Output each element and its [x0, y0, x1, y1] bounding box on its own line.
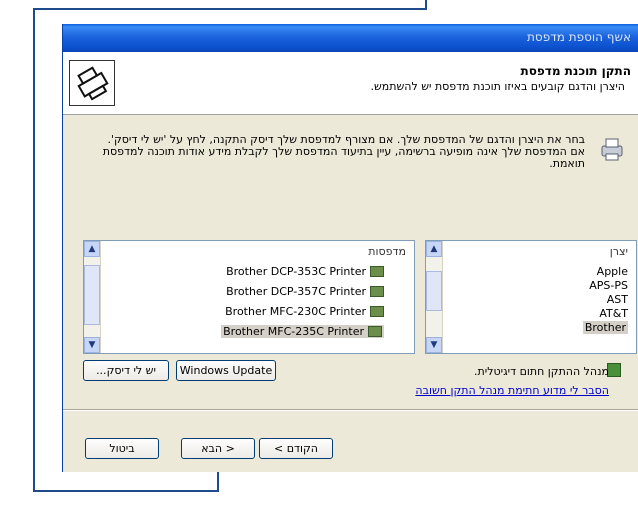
- callout-line-bottom-h: [33, 490, 219, 492]
- scroll-thumb[interactable]: [426, 271, 442, 311]
- printers-list[interactable]: ▲ ▼ מדפסות Brother DCP-353C Printer Brot…: [83, 240, 415, 354]
- windows-update-button[interactable]: Windows Update: [176, 360, 276, 381]
- printer-driver-icon: [370, 306, 384, 317]
- printer-driver-icon: [370, 266, 384, 277]
- manufacturer-item[interactable]: Apple: [597, 265, 628, 278]
- printer-item[interactable]: Brother MFC-230C Printer: [225, 305, 384, 318]
- scroll-thumb[interactable]: [84, 265, 100, 325]
- printers-column-header: מדפסות: [368, 245, 406, 258]
- manufacturers-list[interactable]: ▲ ▼ יצרן Apple APS-PS AST AT&T Brother: [425, 240, 637, 354]
- callout-line-top-h: [33, 8, 427, 10]
- printer-item[interactable]: Brother DCP-357C Printer: [226, 285, 384, 298]
- manufacturers-scrollbar[interactable]: ▲ ▼: [426, 241, 443, 353]
- scroll-down-icon[interactable]: ▼: [426, 337, 442, 353]
- separator: [63, 409, 638, 411]
- scroll-up-icon[interactable]: ▲: [426, 241, 442, 257]
- manufacturer-item-selected[interactable]: Brother: [582, 321, 628, 334]
- manufacturer-item[interactable]: AT&T: [599, 307, 628, 320]
- window-title: אשף הוספת מדפסת: [527, 30, 631, 44]
- manufacturer-item[interactable]: APS-PS: [589, 279, 628, 292]
- scroll-down-icon[interactable]: ▼: [84, 337, 100, 353]
- wizard-header: התקן תוכנת מדפסת היצרן והדגם קובעים באיז…: [63, 52, 638, 115]
- page-title: התקן תוכנת מדפסת: [520, 64, 631, 78]
- printers-scrollbar[interactable]: ▲ ▼: [84, 241, 101, 353]
- printer-icon: [599, 136, 625, 166]
- manufacturer-item[interactable]: AST: [607, 293, 628, 306]
- printer-header-icon: [69, 60, 115, 106]
- instructions-text: בחר את היצרן והדגם של המדפסת שלך. אם מצו…: [102, 133, 585, 170]
- next-button[interactable]: הבא >: [181, 438, 255, 459]
- callout-line-top-v: [425, 0, 427, 10]
- cancel-button[interactable]: ביטול: [85, 438, 159, 459]
- signed-driver-notice: מנהל ההתקן חתום דיגיטלית.: [474, 365, 609, 378]
- scroll-up-icon[interactable]: ▲: [84, 241, 100, 257]
- printer-item-selected[interactable]: Brother MFC-235C Printer: [221, 325, 384, 338]
- signing-info-link[interactable]: הסבר לי מדוע חתימת מנהל התקן חשובה: [415, 384, 609, 397]
- have-disk-button[interactable]: ...יש לי דיסק: [83, 360, 169, 381]
- printer-item[interactable]: Brother DCP-353C Printer: [226, 265, 384, 278]
- back-button[interactable]: < הקודם: [259, 438, 333, 459]
- page-subtitle: היצרן והדגם קובעים באיזו תוכנת מדפסת יש …: [370, 80, 625, 93]
- manufacturers-column-header: יצרן: [609, 245, 628, 258]
- callout-line-top: [33, 8, 35, 492]
- printer-driver-icon: [370, 286, 384, 297]
- add-printer-wizard: אשף הוספת מדפסת התקן תוכנת מדפסת היצרן ו…: [62, 24, 638, 472]
- title-bar: אשף הוספת מדפסת: [63, 24, 638, 52]
- printer-driver-icon: [368, 326, 382, 337]
- shield-icon: [607, 363, 621, 377]
